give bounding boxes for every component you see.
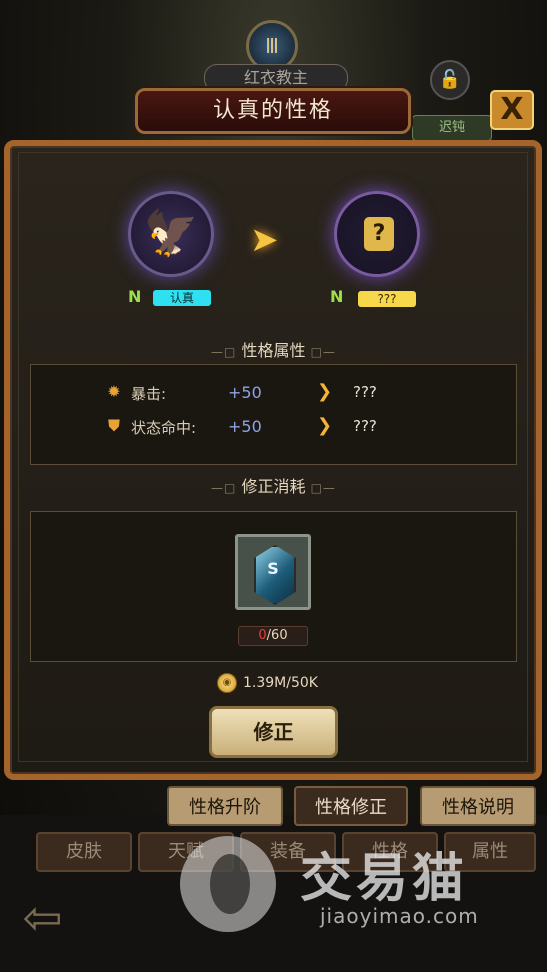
- attr-label: 状态命中:: [131, 419, 197, 437]
- title-banner: 认真的性格: [135, 88, 411, 134]
- panel-title: 认真的性格: [212, 98, 333, 123]
- crit-icon: ✹: [107, 382, 121, 401]
- attr-value: +50: [228, 383, 262, 402]
- deco-left: —□: [211, 345, 237, 359]
- gold-coin-icon: ◉: [217, 673, 237, 693]
- target-rank: N: [330, 287, 344, 306]
- shield-icon: ⛊: [107, 416, 120, 435]
- watermark-sub: jiaoyimao.com: [320, 904, 479, 928]
- watermark-text: 交易猫: [300, 849, 469, 909]
- tab-upgrade[interactable]: 性格升阶: [167, 786, 283, 826]
- attr-new-value: ???: [353, 417, 377, 435]
- attr-new-value: ???: [353, 383, 377, 401]
- target-personality-portrait: ?: [334, 191, 420, 277]
- close-button[interactable]: X: [490, 90, 534, 130]
- fix-button[interactable]: 修正: [209, 706, 338, 758]
- crystal-item[interactable]: S: [235, 534, 311, 610]
- question-icon: ?: [364, 217, 394, 251]
- gold-cost: ◉ 1.39M/50K: [217, 673, 318, 693]
- current-rank: N: [128, 287, 142, 306]
- nav-skin[interactable]: 皮肤: [36, 832, 132, 872]
- attributes-title-text: 性格属性: [241, 341, 306, 360]
- lock-open-icon[interactable]: 🔓: [430, 60, 470, 100]
- cost-title-text: 修正消耗: [241, 477, 306, 496]
- deco-right: □—: [310, 345, 336, 359]
- eagle-icon: 🦅: [143, 208, 199, 259]
- attr-value: +50: [228, 417, 262, 436]
- attr-arrow-icon: ❯: [317, 415, 333, 436]
- target-personality-name: ???: [358, 291, 416, 307]
- item-count: 0/60: [238, 626, 308, 646]
- watermark-logo-inner: [210, 854, 250, 914]
- state-tag: 迟钝: [412, 115, 492, 141]
- gold-amount: 1.39M/50K: [243, 675, 318, 691]
- attributes-section-title: —□ 性格属性 □—: [0, 337, 547, 361]
- tab-info[interactable]: 性格说明: [420, 786, 536, 826]
- tab-fix[interactable]: 性格修正: [294, 786, 408, 826]
- deco-right: □—: [310, 481, 336, 495]
- transform-arrow-icon: ➤: [250, 220, 279, 260]
- watermark-logo-icon: [180, 836, 276, 932]
- required-count: /60: [266, 628, 288, 643]
- crystal-letter: S: [267, 559, 279, 578]
- rank-emblem-text: Ⅲ: [265, 34, 279, 58]
- owned-count: 0: [258, 628, 267, 643]
- back-arrow-icon[interactable]: ⇦: [0, 885, 85, 951]
- cost-section-title: —□ 修正消耗 □—: [0, 473, 547, 497]
- attributes-box: [30, 364, 517, 465]
- watermark: 交易猫 jiaoyimao.com: [180, 826, 510, 946]
- attr-arrow-icon: ❯: [317, 381, 333, 402]
- deco-left: —□: [211, 481, 237, 495]
- attr-label: 暴击:: [131, 385, 167, 403]
- current-personality-name: 认真: [153, 290, 211, 306]
- current-personality-portrait: 🦅: [128, 191, 214, 277]
